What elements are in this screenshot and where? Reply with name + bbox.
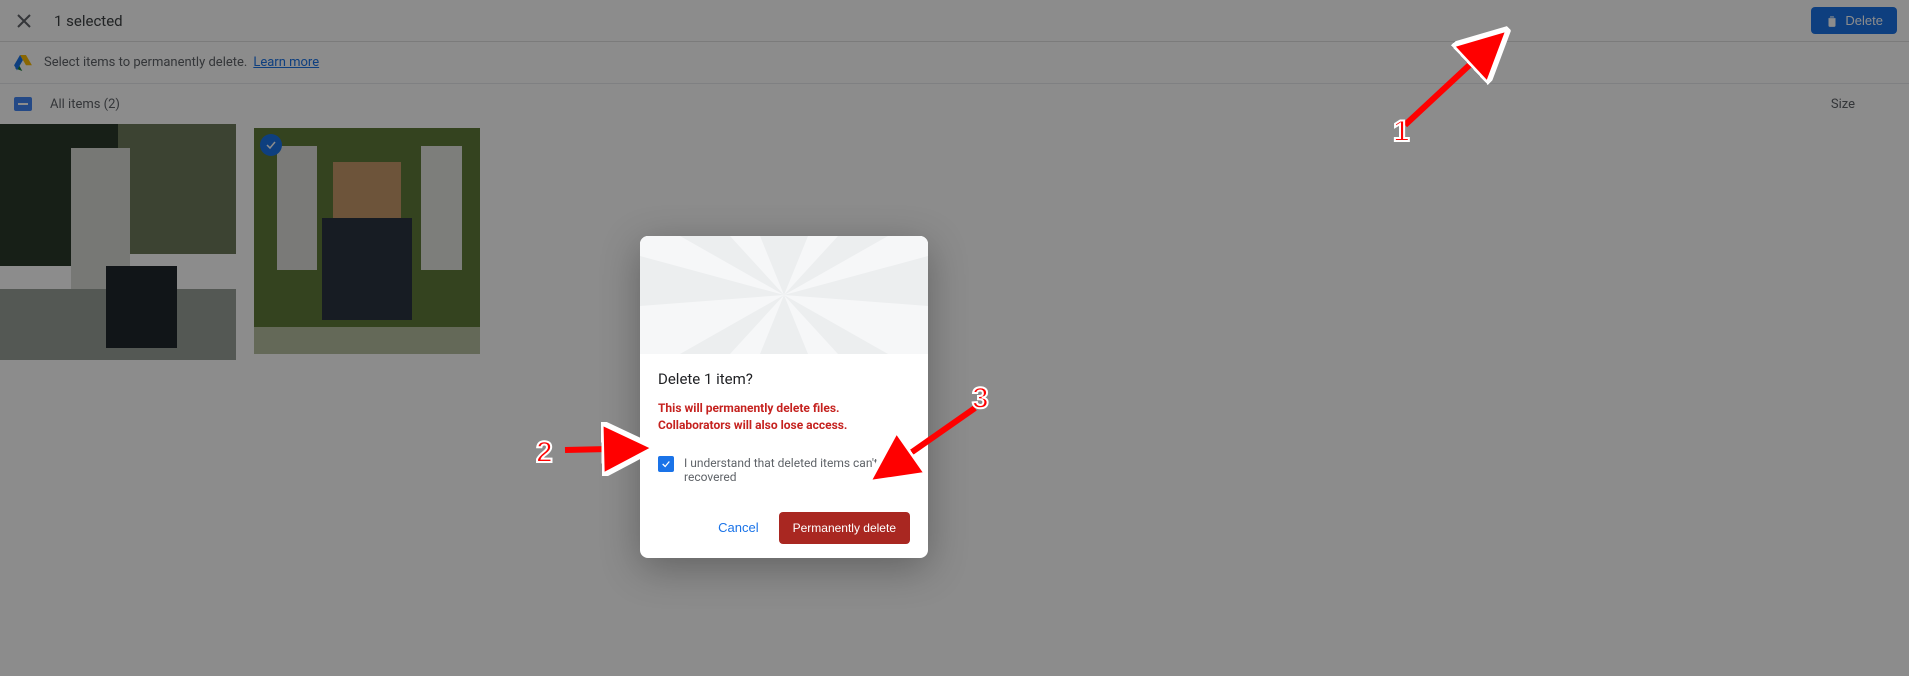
acknowledge-row[interactable]: I understand that deleted items can't be… [658, 456, 910, 484]
dialog-title: Delete 1 item? [658, 370, 910, 388]
confirm-delete-dialog: Delete 1 item? This will permanently del… [640, 236, 928, 558]
modal-backdrop [0, 0, 1909, 676]
permanently-delete-button[interactable]: Permanently delete [779, 512, 910, 544]
acknowledge-checkbox[interactable] [658, 456, 674, 472]
acknowledge-label: I understand that deleted items can't be… [684, 456, 910, 484]
cancel-button[interactable]: Cancel [708, 512, 768, 543]
dialog-illustration [640, 236, 928, 354]
dialog-warning-text: This will permanently delete files. Coll… [658, 400, 910, 434]
